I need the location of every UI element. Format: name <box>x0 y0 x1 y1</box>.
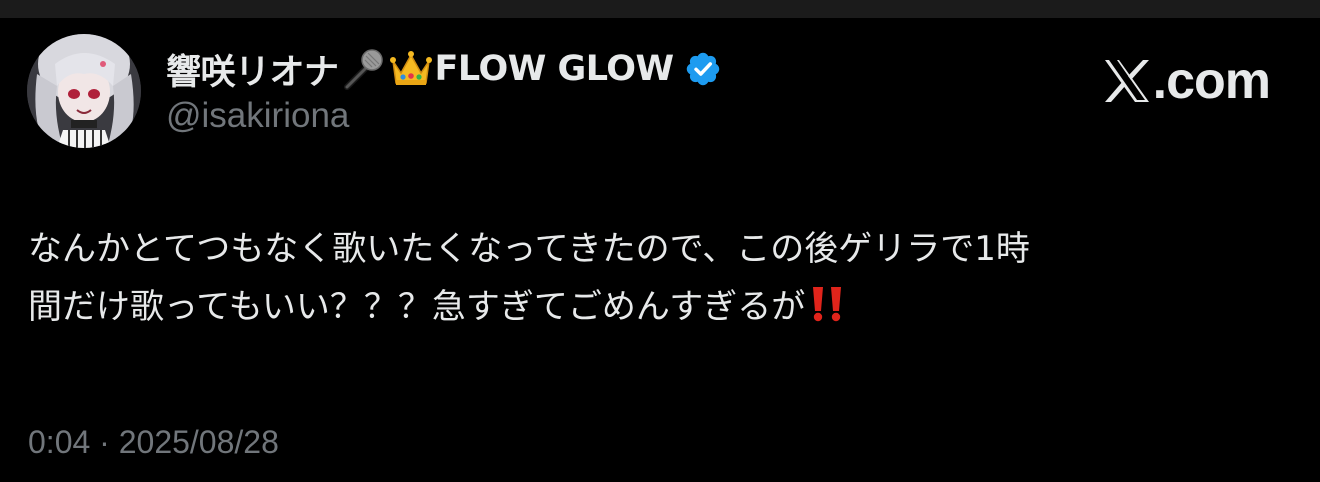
post-body-line-2: 間だけ歌ってもいい？？？急すぎてごめんすぎるが <box>28 287 806 327</box>
x-logo-icon <box>1103 58 1151 104</box>
double-exclamation-icon <box>807 283 847 322</box>
avatar[interactable] <box>27 34 141 148</box>
crown-emoji-icon <box>389 47 433 91</box>
display-name-suffix[interactable]: FLOW GLOW <box>435 49 675 89</box>
display-name[interactable]: 響咲リオナ <box>166 44 339 95</box>
post-body-line-1: なんかとてつもなく歌いたくなってきたので、この後ゲリラで1時 <box>28 229 1030 269</box>
user-handle[interactable]: @isakiriona <box>166 96 349 136</box>
microphone-emoji-icon <box>341 47 385 91</box>
post-body-line-2-wrap: 間だけ歌ってもいい？？？急すぎてごめんすぎるが <box>28 278 1288 336</box>
brand-domain-label: .com <box>1152 52 1271 110</box>
post-timestamp[interactable]: 0:04 · 2025/08/28 <box>28 424 279 461</box>
x-brand[interactable]: .com <box>1103 50 1271 112</box>
top-status-strip <box>0 0 1320 18</box>
post-body: なんかとてつもなく歌いたくなってきたので、この後ゲリラで1時 間だけ歌ってもいい… <box>28 220 1288 336</box>
display-name-row[interactable]: 響咲リオナ FLOW GLOW <box>166 44 722 94</box>
verified-badge-icon[interactable] <box>684 50 722 88</box>
